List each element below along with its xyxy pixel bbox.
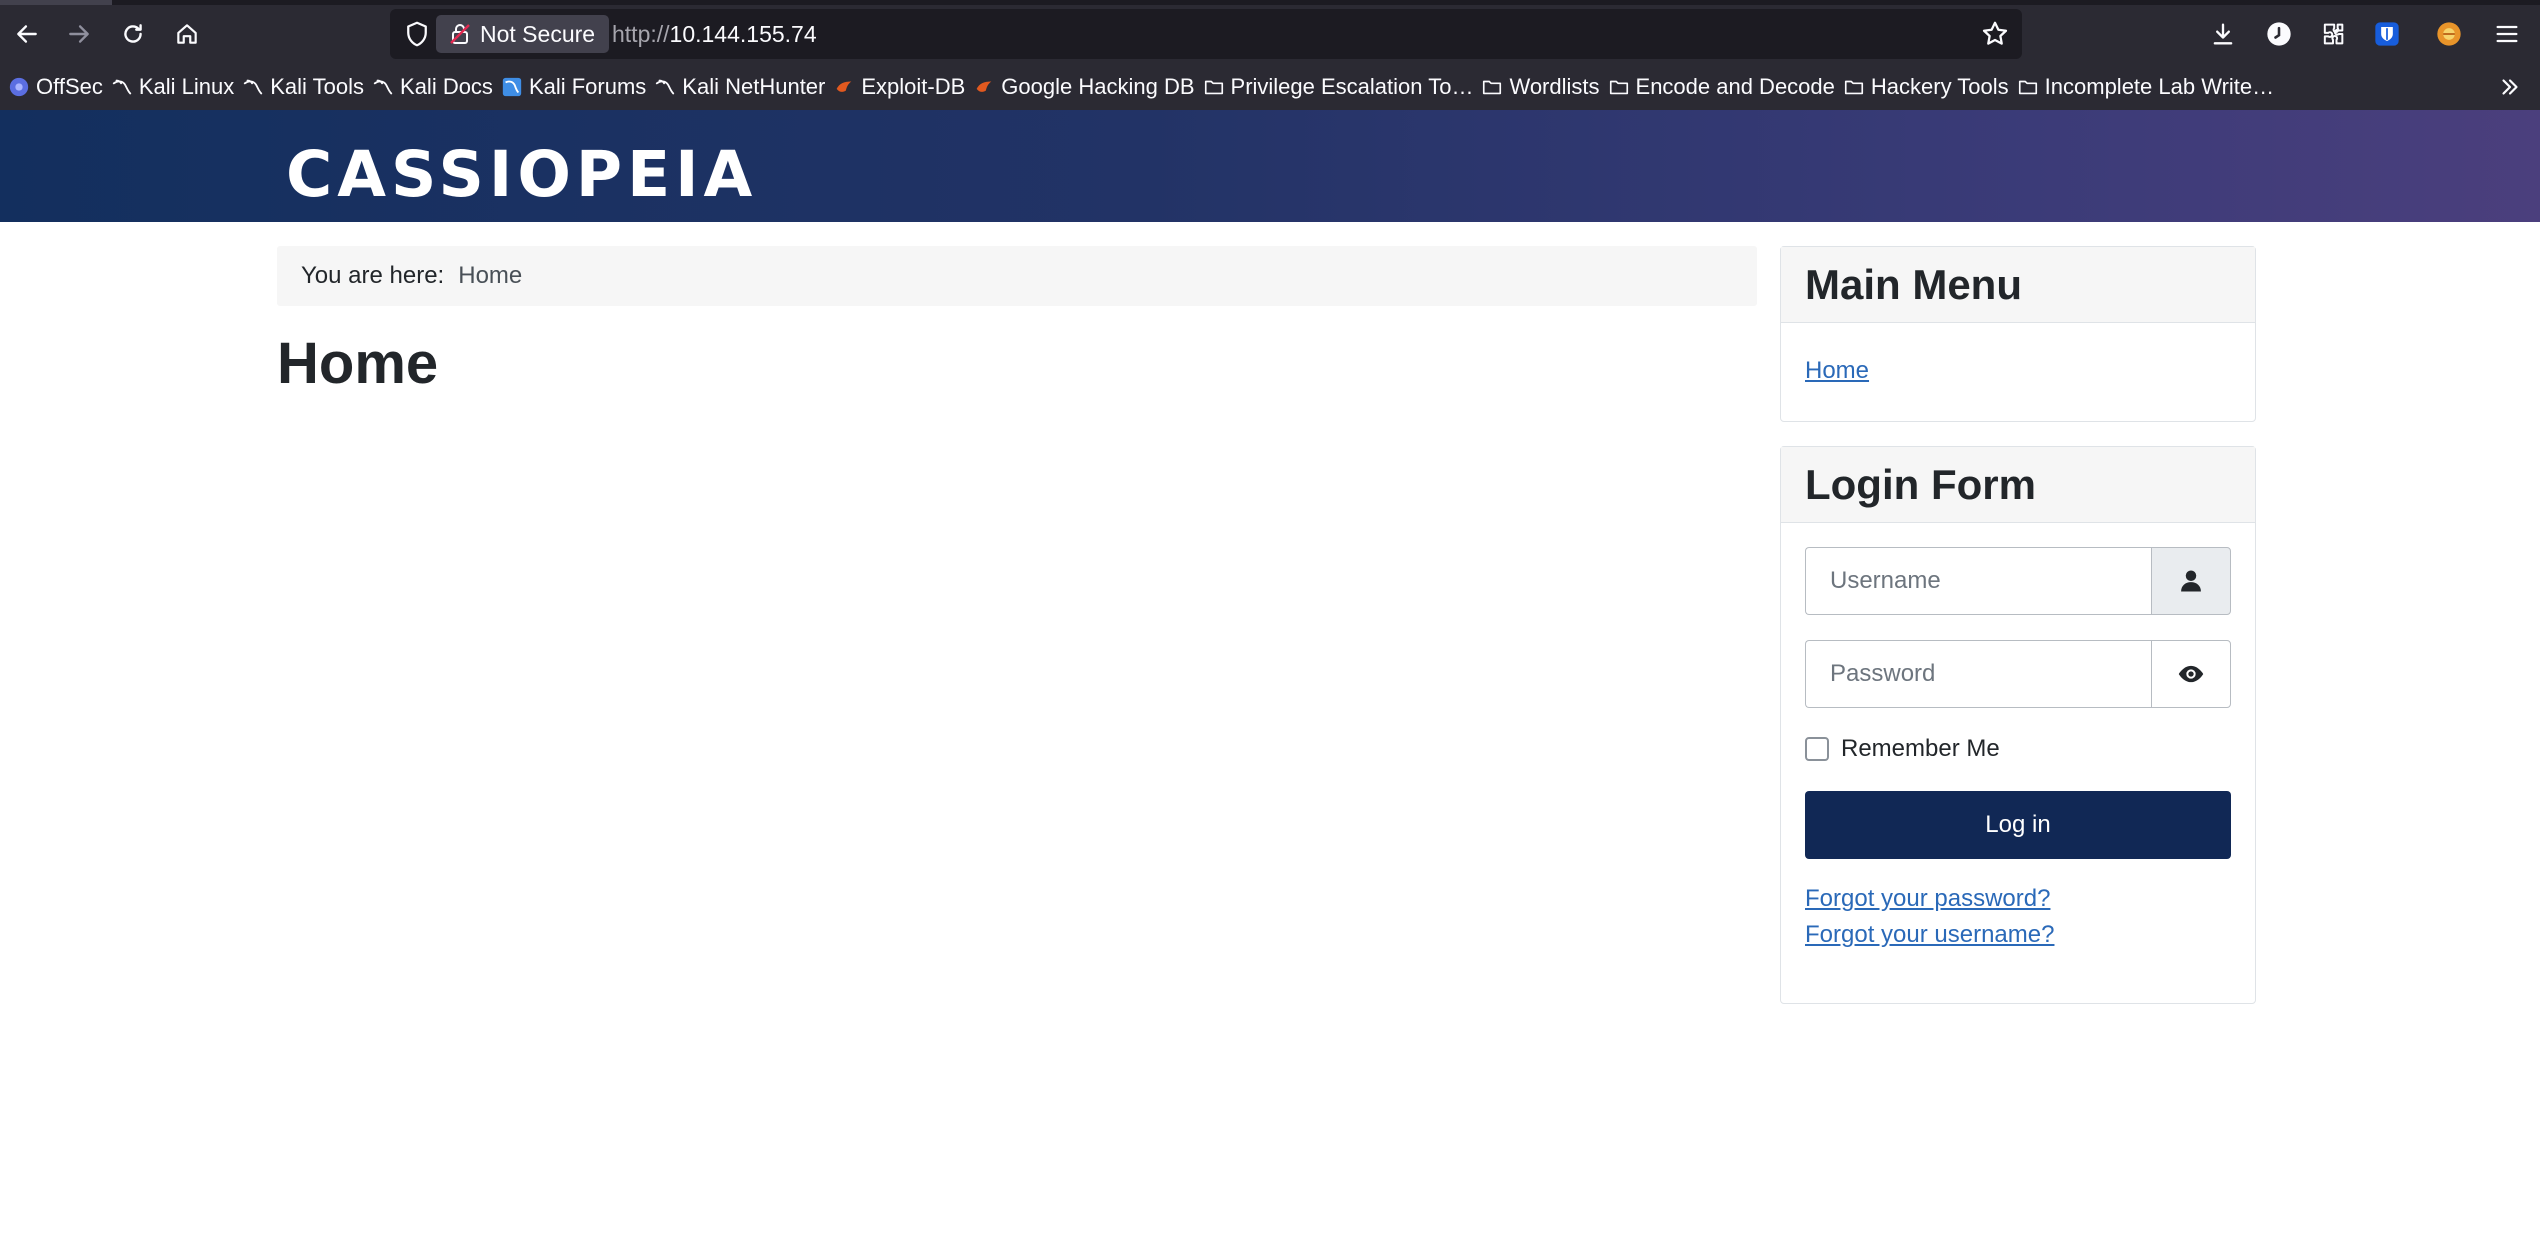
bookmark-label: Kali Forums [528, 73, 647, 99]
username-input[interactable] [1805, 547, 2151, 615]
kali-dragon-icon [112, 79, 132, 94]
login-form-title: Login Form [1781, 447, 2255, 523]
bookmark-label: Wordlists [1509, 73, 1600, 99]
bookmark-label: Kali NetHunter [682, 73, 826, 99]
site-header: CASSIOPEIA [0, 110, 2540, 222]
remember-me-checkbox[interactable] [1805, 737, 1829, 761]
bookmark-label: Kali Linux [138, 73, 235, 99]
kali-forums-icon [502, 77, 522, 96]
bookmark-folder-encode-decode[interactable]: Encode and Decode [1608, 69, 1835, 105]
bookmark-label: Exploit-DB [861, 73, 966, 99]
login-button[interactable]: Log in [1805, 791, 2231, 859]
bookmark-folder-incomplete-lab[interactable]: Incomplete Lab Write… [2017, 69, 2274, 105]
bookmark-label: Google Hacking DB [1001, 73, 1195, 99]
bookmark-kali-nethunter[interactable]: Kali NetHunter [654, 69, 825, 105]
folder-icon [1204, 80, 1223, 94]
user-icon [2181, 570, 2201, 592]
folder-icon [1483, 80, 1502, 94]
bookmark-label: Privilege Escalation To… [1230, 73, 1474, 99]
breadcrumb-label: You are here: [301, 262, 445, 289]
remember-me-label[interactable]: Remember Me [1841, 735, 2000, 763]
bookmark-folder-wordlists[interactable]: Wordlists [1481, 69, 1600, 105]
back-arrow-icon [17, 25, 37, 43]
login-form-card: Login Form Remember Me Log in Forgot you… [1780, 446, 2256, 1004]
insecure-lock-icon [450, 24, 470, 44]
extensions-button[interactable] [2312, 13, 2354, 55]
url-text[interactable]: http://10.144.155.74 [612, 21, 817, 48]
bookmark-kali-forums[interactable]: Kali Forums [501, 69, 646, 105]
forgot-password-link[interactable]: Forgot your password? [1805, 885, 2050, 913]
extension-orange-icon [2437, 22, 2461, 46]
download-icon [2213, 23, 2233, 45]
home-button[interactable] [166, 13, 208, 55]
hamburger-menu-icon [2496, 25, 2518, 43]
kali-dragon-icon [244, 79, 263, 94]
tracking-shield-icon[interactable] [402, 19, 432, 49]
folder-icon [1844, 80, 1863, 94]
bitwarden-shield-icon [2375, 22, 2399, 46]
offsec-icon [9, 77, 29, 96]
url-protocol: http:// [612, 21, 670, 47]
double-chevron-right-icon [2502, 79, 2518, 95]
url-bar[interactable]: Not Secure http://10.144.155.74 [390, 9, 2022, 59]
back-button[interactable] [6, 13, 48, 55]
bookmark-folder-privilege-escalation[interactable]: Privilege Escalation To… [1203, 69, 1474, 105]
username-addon [2151, 547, 2231, 615]
extension-button-2[interactable] [2428, 13, 2470, 55]
security-label: Not Secure [480, 20, 596, 47]
bookmark-star-icon[interactable] [1980, 19, 2010, 49]
bookmarks-overflow-button[interactable] [2492, 69, 2528, 105]
bookmark-label: Hackery Tools [1870, 73, 2009, 99]
username-group [1805, 547, 2231, 615]
downloads-button[interactable] [2202, 13, 2244, 55]
bookmarks-toolbar: OffSec Kali Linux Kali Tools Kali Docs K… [0, 63, 2540, 110]
bookmark-exploit-db[interactable]: Exploit-DB [833, 69, 965, 105]
reload-icon [124, 24, 142, 43]
bookmark-offsec[interactable]: OffSec [8, 69, 103, 105]
app-menu-button[interactable] [2486, 13, 2528, 55]
password-group [1805, 640, 2231, 708]
puzzle-icon [2323, 23, 2344, 45]
bookmark-label: OffSec [36, 73, 103, 99]
forgot-username-link[interactable]: Forgot your username? [1805, 921, 2054, 949]
url-host: 10.144.155.74 [669, 21, 817, 47]
main-menu-card: Main Menu Home [1780, 246, 2256, 422]
bookmark-folder-hackery-tools[interactable]: Hackery Tools [1843, 69, 2009, 105]
bitwarden-button[interactable] [2366, 13, 2408, 55]
exploit-db-icon [837, 81, 852, 92]
exploit-db-icon [976, 81, 992, 92]
breadcrumb: You are here: Home [277, 246, 1757, 306]
extension-button-1[interactable] [2258, 13, 2300, 55]
forward-button[interactable] [58, 13, 100, 55]
bookmark-kali-linux[interactable]: Kali Linux [111, 69, 234, 105]
folder-icon [2018, 80, 2037, 94]
bookmark-kali-docs[interactable]: Kali Docs [372, 69, 493, 105]
folder-icon [1609, 80, 1628, 94]
remember-me: Remember Me [1805, 735, 2000, 763]
page-title: Home [277, 331, 439, 396]
extension-clock-icon [2267, 22, 2291, 46]
password-input[interactable] [1805, 640, 2151, 708]
bookmark-kali-tools[interactable]: Kali Tools [242, 69, 364, 105]
eye-icon [2178, 665, 2204, 683]
reload-button[interactable] [112, 13, 154, 55]
menu-link-home[interactable]: Home [1805, 357, 1869, 385]
main-menu-title: Main Menu [1781, 247, 2255, 323]
breadcrumb-current: Home [458, 262, 523, 289]
bookmark-label: Incomplete Lab Write… [2044, 73, 2275, 99]
bookmark-label: Encode and Decode [1635, 73, 1835, 99]
site-logo[interactable]: CASSIOPEIA [286, 138, 757, 211]
home-icon [177, 24, 197, 44]
not-secure-badge[interactable]: Not Secure [436, 15, 610, 53]
forward-arrow-icon [69, 25, 89, 43]
navigation-bar: Not Secure http://10.144.155.74 [0, 5, 2540, 63]
bookmark-google-hacking-db[interactable]: Google Hacking DB [973, 69, 1195, 105]
bookmark-label: Kali Docs [400, 73, 493, 99]
browser-toolbar: Not Secure http://10.144.155.74 OffSec K… [0, 0, 2540, 110]
show-password-button[interactable] [2151, 640, 2231, 708]
kali-dragon-icon [656, 79, 675, 94]
kali-dragon-icon [373, 79, 393, 94]
bookmark-label: Kali Tools [270, 73, 365, 99]
